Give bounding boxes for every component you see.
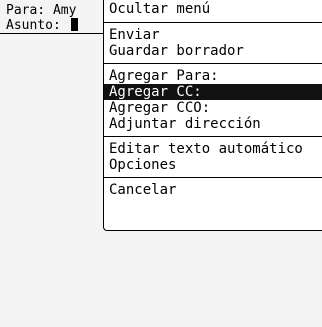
menu-separator (104, 136, 322, 137)
to-field[interactable]: Para: Amy (6, 3, 78, 18)
context-menu: Ocultar menú Enviar Guardar borrador Agr… (103, 0, 322, 231)
subject-label: Asunto: (6, 18, 61, 33)
menu-item-hide-menu[interactable]: Ocultar menú (104, 0, 322, 18)
menu-separator (104, 63, 322, 64)
header-divider (0, 33, 104, 34)
menu-item-attach-address[interactable]: Adjuntar dirección (104, 116, 322, 132)
menu-item-send[interactable]: Enviar (104, 27, 322, 43)
menu-item-options[interactable]: Opciones (104, 157, 322, 173)
menu-item-add-cc[interactable]: Agregar CC: (104, 84, 322, 100)
to-label: Para: (6, 3, 46, 18)
menu-separator (104, 177, 322, 178)
to-value: Amy (52, 3, 77, 18)
email-compose-screen: Para: Amy Asunto: Ocultar menú Enviar Gu… (0, 0, 322, 327)
subject-field[interactable]: Asunto: (6, 18, 78, 33)
menu-separator (104, 22, 322, 23)
menu-item-cancel[interactable]: Cancelar (104, 182, 322, 198)
menu-item-add-bcc[interactable]: Agregar CCO: (104, 100, 322, 116)
text-cursor (70, 18, 78, 31)
compose-fields: Para: Amy Asunto: (6, 3, 78, 33)
menu-item-save-draft[interactable]: Guardar borrador (104, 43, 322, 59)
menu-item-add-to[interactable]: Agregar Para: (104, 68, 322, 84)
menu-item-edit-autotext[interactable]: Editar texto automático (104, 141, 322, 157)
